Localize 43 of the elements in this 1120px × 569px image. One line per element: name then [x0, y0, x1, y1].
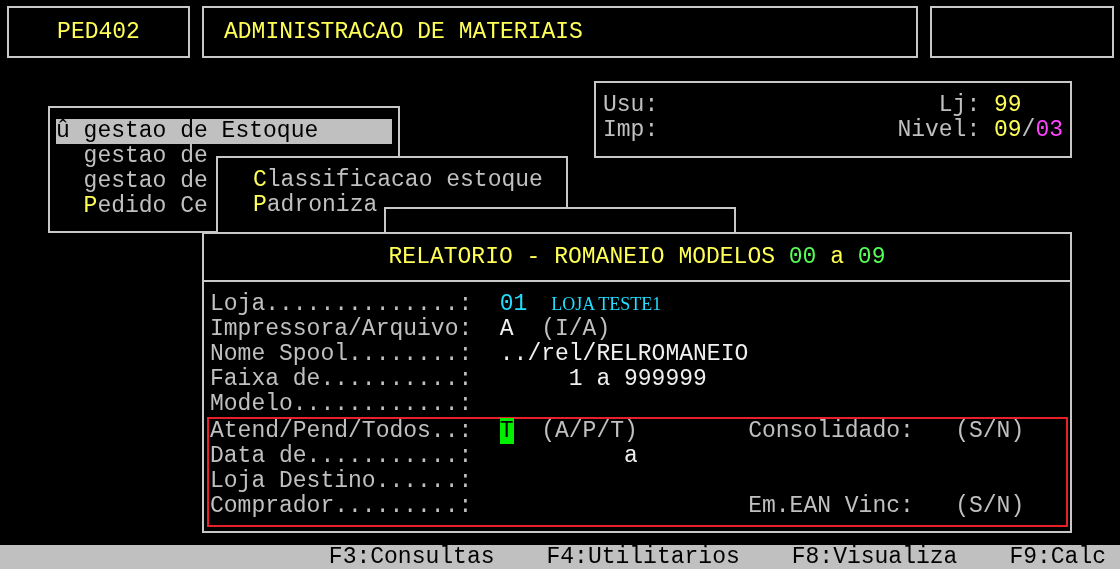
level-value: 09/03	[994, 118, 1063, 143]
range-to-value: 999999	[624, 367, 707, 392]
menu-item[interactable]: gestao de	[56, 144, 208, 169]
store-label: Lj:	[938, 93, 981, 118]
field-value[interactable]: T	[499, 418, 514, 444]
program-code: PED402	[57, 19, 140, 45]
field-hint: (S/N)	[955, 419, 1025, 444]
field-value[interactable]: A	[499, 317, 542, 342]
range-separator: a	[624, 444, 638, 469]
function-key-button[interactable]: F4:Utilitarios	[546, 544, 740, 569]
field-hint: (S/N)	[955, 494, 1025, 519]
field-value[interactable]: 01	[499, 292, 542, 317]
menu-item[interactable]: Classificacao estoque	[253, 168, 543, 193]
field-label: Consolidado:	[748, 419, 915, 444]
field-label: Loja Destino......:	[210, 469, 474, 494]
field-hint: (I/A)	[541, 317, 612, 342]
report-title: RELATORIO - ROMANEIO MODELOS 00 a 09	[388, 244, 886, 270]
menu-item[interactable]: gestao de	[56, 169, 208, 194]
field-label: Faixa de..........:	[210, 367, 474, 392]
store-name: LOJA TESTE1	[551, 293, 662, 316]
field-label: Data de...........:	[210, 444, 474, 469]
field-hint: (A/P/T)	[541, 419, 639, 444]
menu-item[interactable]: Pedido Ce	[56, 194, 208, 219]
field-label: Impressora/Arquivo:	[210, 317, 474, 342]
range-from-value: 1	[567, 367, 583, 392]
field-value[interactable]: ../rel/RELROMANEIO	[499, 342, 749, 367]
field-label: Loja..............:	[210, 292, 474, 317]
menu-item[interactable]: û gestao de Estoque	[56, 119, 392, 144]
field-label: Comprador.........:	[210, 494, 474, 519]
field-label: Modelo............:	[210, 392, 474, 417]
function-key-button[interactable]: F3:Consultas	[328, 544, 495, 569]
menu-item[interactable]: Padroniza	[253, 193, 378, 218]
field-label: Atend/Pend/Todos..:	[210, 419, 474, 444]
user-label: Usu:	[603, 93, 660, 118]
function-key-button[interactable]: F8:Visualiza	[791, 544, 958, 569]
field-label: Em.EAN Vinc:	[748, 494, 915, 519]
function-key-button[interactable]: F9:Calc	[1009, 544, 1106, 569]
range-separator: a	[596, 367, 611, 392]
system-title: ADMINISTRACAO DE MATERIAIS	[224, 19, 583, 45]
field-label: Nome Spool........:	[210, 342, 474, 367]
store-number: 99	[994, 93, 1023, 118]
level-label: Nivel:	[897, 118, 981, 143]
printer-label: Imp:	[603, 118, 660, 143]
